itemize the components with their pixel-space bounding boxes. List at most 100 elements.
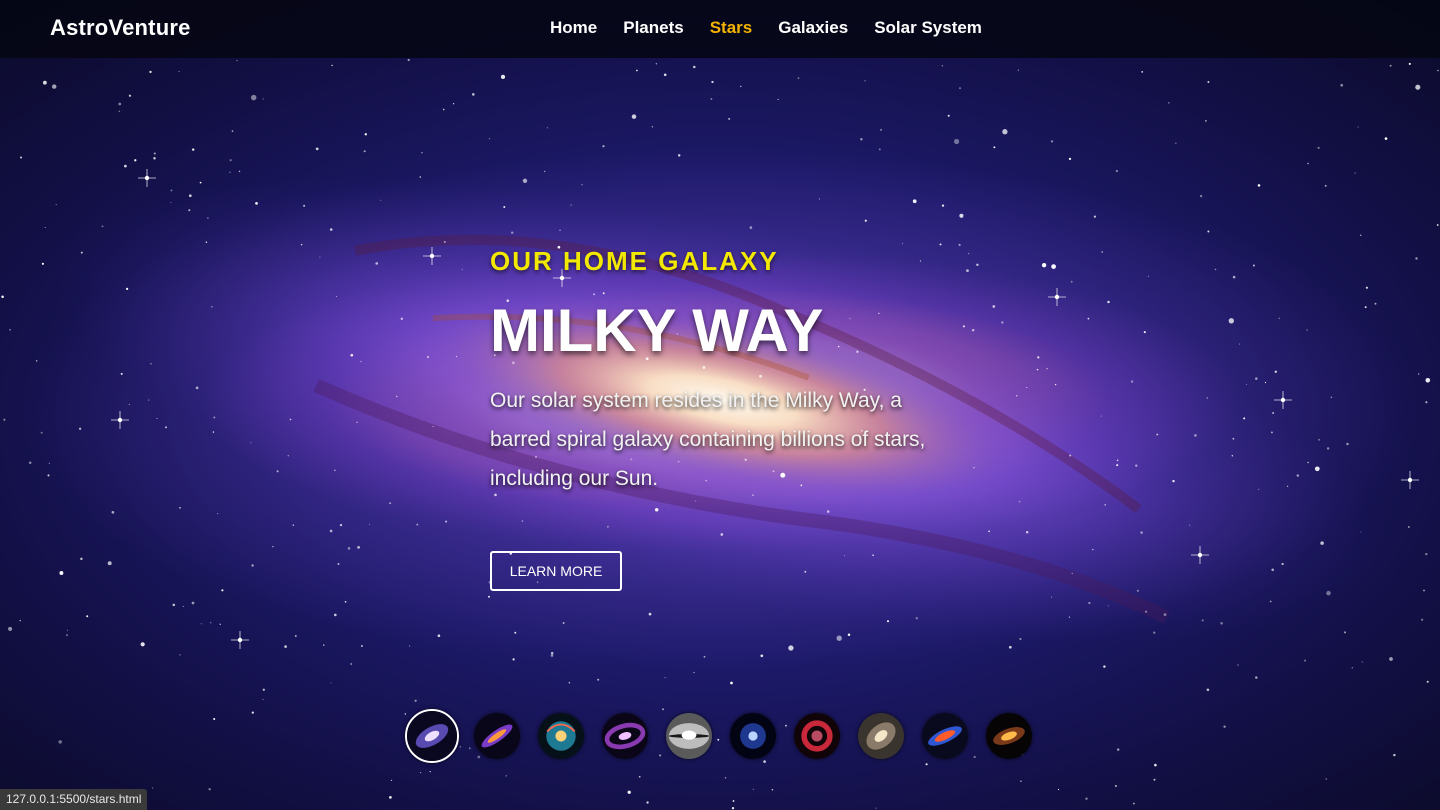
star (488, 137, 491, 140)
star (1172, 479, 1175, 483)
star (581, 183, 583, 186)
star (364, 133, 367, 136)
nav-link-galaxies[interactable]: Galaxies (778, 18, 848, 38)
star (66, 634, 68, 636)
star (1002, 129, 1008, 135)
star (337, 563, 340, 565)
star (250, 94, 257, 101)
nav-link-solar-system[interactable]: Solar System (874, 18, 982, 38)
thumbnail-3[interactable] (538, 713, 584, 759)
star (503, 206, 506, 208)
thumbnail-2[interactable] (474, 713, 520, 759)
star (251, 564, 254, 567)
star (238, 170, 241, 173)
star (210, 622, 212, 624)
star (550, 654, 554, 657)
star (51, 84, 57, 89)
star (1017, 69, 1020, 71)
learn-more-button[interactable]: LEARN MORE (490, 551, 622, 591)
star (3, 418, 6, 421)
star (880, 128, 883, 131)
star (55, 204, 57, 206)
star (191, 601, 195, 605)
star (1057, 788, 1060, 791)
star (559, 229, 561, 231)
star (43, 80, 47, 85)
star (847, 633, 851, 637)
thumbnail-4[interactable] (602, 713, 648, 759)
star (1069, 454, 1072, 457)
galaxy-thumbnail-carousel (405, 709, 1045, 763)
star (1314, 466, 1320, 472)
star (1175, 142, 1177, 144)
thumbnail-10[interactable] (986, 713, 1032, 759)
star (217, 513, 219, 515)
star (1201, 619, 1204, 622)
hero-background: AstroVenture Home Planets Stars Galaxies… (0, 0, 1440, 810)
star (1037, 356, 1040, 359)
star (1116, 459, 1119, 462)
spiral-galaxy-icon (407, 711, 457, 761)
starburst-galaxy-icon (922, 713, 968, 759)
star (80, 557, 83, 561)
thumbnail-6[interactable] (730, 713, 776, 759)
star (1437, 69, 1439, 72)
star (456, 356, 458, 358)
star (118, 102, 122, 106)
star (151, 787, 154, 789)
thumbnail-8[interactable] (858, 713, 904, 759)
star (663, 73, 667, 77)
star (1114, 785, 1117, 787)
star (925, 763, 928, 766)
star (1326, 447, 1330, 450)
star (126, 287, 129, 290)
star (1145, 610, 1148, 613)
star (1143, 331, 1146, 334)
star (128, 94, 132, 97)
nav-link-planets[interactable]: Planets (623, 18, 683, 38)
star (420, 772, 422, 774)
bright-star-core (1054, 294, 1060, 300)
star (1156, 433, 1159, 436)
star (339, 523, 343, 527)
star (740, 85, 742, 88)
star (664, 677, 666, 679)
star (1418, 373, 1420, 375)
hero-content: OUR HOME GALAXY MILKY WAY Our solar syst… (490, 246, 960, 498)
star (1036, 368, 1039, 371)
thumbnail-9[interactable] (922, 713, 968, 759)
star (1051, 264, 1056, 269)
star (1232, 275, 1236, 279)
star (1351, 667, 1354, 669)
star (429, 770, 431, 773)
nav-link-stars[interactable]: Stars (710, 18, 753, 38)
star (1103, 665, 1106, 668)
thumbnail-7[interactable] (794, 713, 840, 759)
thumbnail-1[interactable] (405, 709, 459, 763)
elliptical-galaxy-icon (858, 713, 904, 759)
star (1423, 589, 1425, 592)
star (188, 209, 191, 212)
star (1281, 562, 1284, 566)
star (9, 328, 12, 331)
ring-galaxy-icon (602, 713, 648, 759)
star (389, 796, 392, 799)
brand-logo[interactable]: AstroVenture (50, 15, 191, 41)
star (1270, 431, 1273, 434)
star (988, 530, 990, 533)
star (797, 77, 800, 79)
nav-link-home[interactable]: Home (550, 18, 597, 38)
star (512, 658, 515, 661)
thumbnail-5[interactable] (666, 713, 712, 759)
star (170, 201, 172, 204)
star (80, 251, 83, 254)
star (677, 154, 681, 157)
bright-star-core (1407, 477, 1413, 483)
star (1245, 383, 1247, 385)
star (941, 204, 945, 207)
star (1344, 631, 1346, 634)
star (36, 360, 38, 362)
star (360, 644, 363, 648)
star (195, 386, 199, 390)
star (1364, 306, 1367, 309)
